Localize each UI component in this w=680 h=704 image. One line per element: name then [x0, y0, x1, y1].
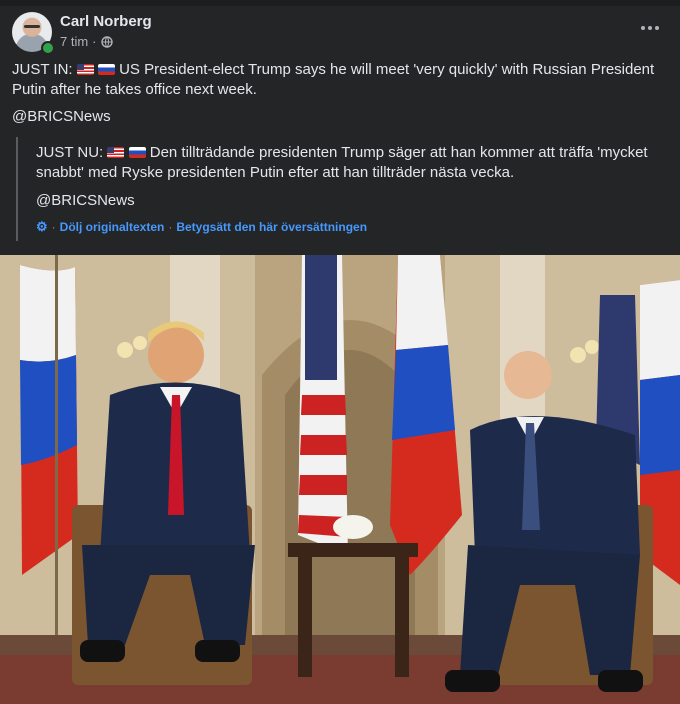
more-options-icon[interactable] — [636, 18, 664, 38]
hide-original-link[interactable]: Dölj originaltexten — [60, 220, 165, 234]
original-text: JUST NU: Den tillträdande presidenten Tr… — [36, 143, 656, 183]
post-body: JUST IN: US President-elect Trump says h… — [12, 60, 662, 100]
meta-separator: · — [92, 34, 97, 49]
translation-dot: · — [168, 220, 173, 234]
translation-bar: ⚙ · Dölj originaltexten · Betygsätt den … — [36, 219, 367, 235]
post-handle: @BRICSNews — [12, 108, 111, 125]
photo-illustration — [0, 255, 680, 704]
original-prefix: JUST NU: — [36, 144, 104, 161]
post-meta: 7 tim · — [60, 34, 113, 49]
online-status-icon — [41, 41, 55, 55]
gear-icon: ⚙ — [36, 219, 48, 234]
original-handle: @BRICSNews — [36, 192, 135, 209]
post-header: Carl Norberg 7 tim · — [12, 12, 668, 55]
facebook-post: Carl Norberg 7 tim · JUST IN: US Preside… — [0, 0, 680, 704]
russia-flag-emoji — [128, 147, 146, 158]
body-prefix: JUST IN: — [12, 61, 73, 78]
post-time[interactable]: 7 tim — [60, 34, 88, 49]
top-divider — [0, 0, 680, 6]
us-flag-emoji — [107, 147, 125, 158]
russia-flag-emoji — [97, 64, 115, 75]
author-name[interactable]: Carl Norberg — [60, 13, 152, 30]
translation-dot: · — [51, 220, 56, 234]
us-flag-emoji — [76, 64, 94, 75]
original-body: Den tillträdande presidenten Trump säger… — [36, 144, 648, 181]
original-text-block: JUST NU: Den tillträdande presidenten Tr… — [16, 137, 658, 241]
rate-translation-link[interactable]: Betygsätt den här översättningen — [176, 220, 367, 234]
post-photo[interactable] — [0, 255, 680, 704]
globe-icon — [100, 35, 113, 48]
